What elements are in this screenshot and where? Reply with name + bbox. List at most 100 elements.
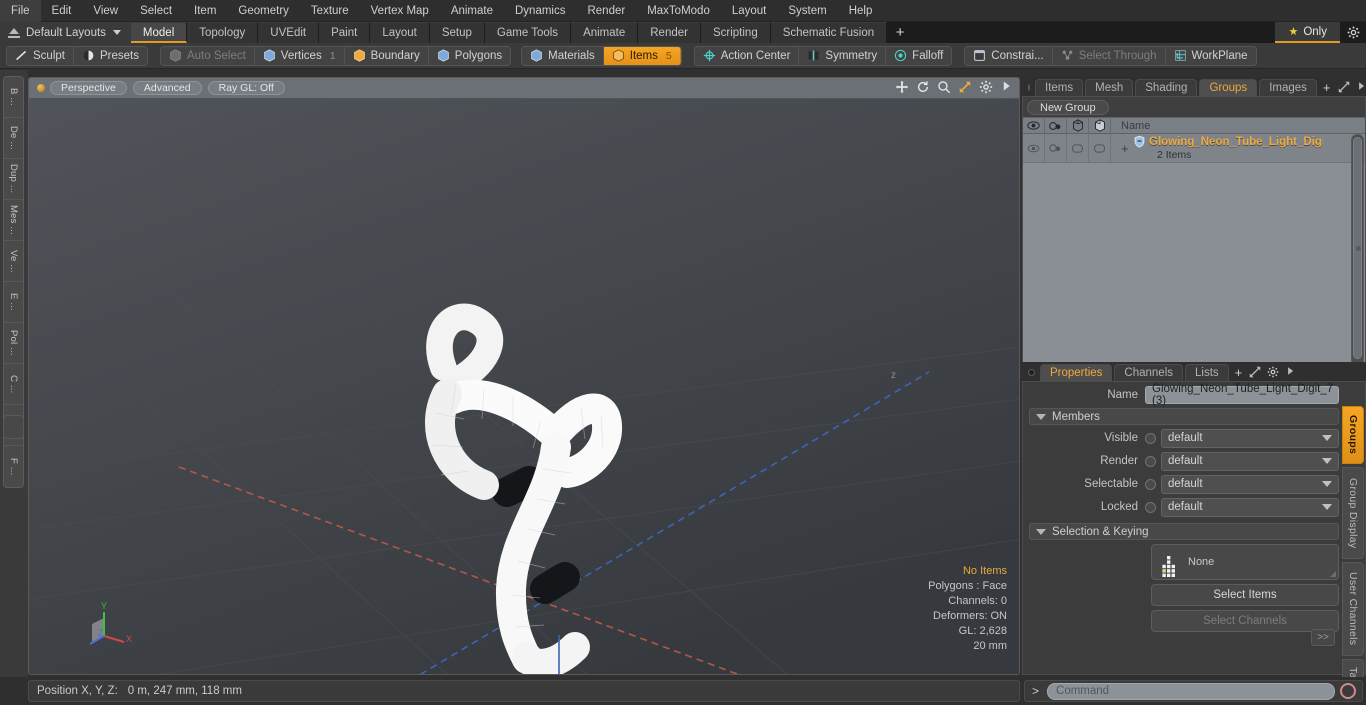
tab-setup[interactable]: Setup	[429, 22, 485, 43]
tab-channels[interactable]: Channels	[1114, 364, 1184, 381]
visible-dropdown[interactable]: default	[1161, 428, 1339, 448]
visible-radio[interactable]	[1145, 432, 1156, 444]
properties-gear-icon[interactable]	[1267, 366, 1280, 379]
side-tab-group-display[interactable]: Group Display	[1342, 467, 1364, 559]
left-tab-basic[interactable]: B ...	[4, 77, 23, 118]
row-wireframe-toggle[interactable]	[1067, 134, 1089, 162]
auto-select-button[interactable]: Auto Select	[161, 46, 255, 65]
viewport-shading-button[interactable]: Advanced	[132, 81, 202, 95]
presets-button[interactable]: Presets	[74, 47, 147, 65]
left-tab-deform[interactable]: De ...	[4, 118, 23, 159]
left-tab-curve[interactable]: C ...	[4, 364, 23, 405]
tab-lists[interactable]: Lists	[1185, 364, 1229, 381]
tab-model[interactable]: Model	[130, 22, 188, 43]
groups-list-empty-area[interactable]	[1023, 163, 1365, 368]
record-macro-icon[interactable]	[1340, 683, 1356, 699]
left-tab-vertex[interactable]: Ve ...	[4, 241, 23, 282]
layout-gear-icon[interactable]	[1340, 22, 1366, 43]
row-eye-toggle[interactable]	[1023, 134, 1045, 162]
items-button[interactable]: Items 5	[603, 46, 681, 65]
action-center-button[interactable]: Action Center	[695, 46, 800, 65]
properties-more-arrow-icon[interactable]	[1285, 366, 1298, 379]
tab-groups[interactable]: Groups	[1199, 79, 1258, 96]
menu-item-item[interactable]: Item	[183, 0, 227, 22]
render-dropdown[interactable]: default	[1161, 451, 1339, 471]
expand-panel-icon[interactable]	[1338, 81, 1351, 94]
fit-icon[interactable]	[958, 80, 971, 93]
viewport-menu-dot-icon[interactable]	[37, 84, 45, 92]
menu-item-dynamics[interactable]: Dynamics	[504, 0, 576, 22]
tab-game-tools[interactable]: Game Tools	[484, 22, 572, 43]
tab-properties[interactable]: Properties	[1040, 364, 1113, 381]
menu-item-render[interactable]: Render	[576, 0, 636, 22]
polygons-button[interactable]: Polygons	[429, 47, 510, 65]
left-extra-panel-button[interactable]	[3, 415, 24, 439]
gear-icon[interactable]	[979, 80, 993, 94]
menu-item-edit[interactable]: Edit	[41, 0, 83, 22]
constraints-button[interactable]: Constrai...	[965, 46, 1053, 65]
side-tab-user-channels[interactable]: User Channels	[1342, 562, 1364, 656]
play-arrow-icon[interactable]	[1000, 80, 1013, 93]
section-selection-keying-header[interactable]: Selection & Keying	[1029, 523, 1339, 540]
locked-radio[interactable]	[1145, 501, 1156, 513]
zoom-icon[interactable]	[937, 80, 951, 94]
expand-panel-icon[interactable]	[1249, 366, 1262, 379]
tab-items[interactable]: Items	[1035, 79, 1084, 96]
groups-panel-menu-dot-icon[interactable]	[1028, 84, 1030, 91]
locked-dropdown[interactable]: default	[1161, 497, 1339, 517]
tab-render[interactable]: Render	[638, 22, 701, 43]
command-input[interactable]: Command	[1047, 682, 1335, 700]
row-shaded-toggle[interactable]	[1089, 134, 1111, 162]
selection-set-field[interactable]: None	[1151, 544, 1339, 580]
workplane-button[interactable]: WorkPlane	[1166, 47, 1256, 65]
column-render-icon[interactable]	[1045, 117, 1067, 134]
tab-topology[interactable]: Topology	[187, 22, 259, 43]
groups-list-scrollbar[interactable]	[1351, 134, 1364, 366]
row-expander[interactable]: +	[1121, 141, 1129, 156]
column-wireframe-icon[interactable]	[1067, 117, 1089, 134]
menu-item-animate[interactable]: Animate	[440, 0, 504, 22]
panel-more-arrow-icon[interactable]	[1356, 81, 1366, 94]
boundary-button[interactable]: Boundary	[345, 46, 429, 65]
viewport-projection-button[interactable]: Perspective	[50, 81, 127, 95]
column-shaded-icon[interactable]	[1089, 117, 1111, 134]
falloff-button[interactable]: Falloff	[886, 47, 951, 65]
tab-paint[interactable]: Paint	[319, 22, 371, 43]
menu-item-geometry[interactable]: Geometry	[227, 0, 300, 22]
only-toggle-button[interactable]: ★ Only	[1275, 22, 1340, 43]
menu-item-view[interactable]: View	[82, 0, 129, 22]
render-radio[interactable]	[1145, 455, 1156, 467]
left-tab-polygon[interactable]: Pol ...	[4, 323, 23, 364]
side-tab-groups[interactable]: Groups	[1342, 406, 1364, 464]
groups-list-row[interactable]: + Glowing_Neon_Tube_Light_Digit... 2 Ite…	[1023, 134, 1365, 163]
menu-item-layout[interactable]: Layout	[721, 0, 778, 22]
row-render-toggle[interactable]	[1045, 134, 1067, 162]
left-tab-fusion[interactable]: F ...	[4, 446, 23, 487]
viewport-raygl-button[interactable]: Ray GL: Off	[207, 81, 285, 95]
properties-menu-dot-icon[interactable]	[1028, 369, 1035, 376]
tab-layout[interactable]: Layout	[370, 22, 430, 43]
tab-schematic-fusion[interactable]: Schematic Fusion	[770, 22, 888, 43]
scrollbar-thumb[interactable]	[1353, 137, 1362, 359]
left-tab-duplicate[interactable]: Dup ...	[4, 159, 23, 200]
menu-item-texture[interactable]: Texture	[300, 0, 360, 22]
groups-row-content[interactable]: + Glowing_Neon_Tube_Light_Digit... 2 Ite…	[1111, 134, 1365, 162]
menu-item-system[interactable]: System	[777, 0, 837, 22]
goto-more-button[interactable]: >>	[1311, 629, 1335, 646]
tab-images[interactable]: Images	[1259, 79, 1317, 96]
vertices-button[interactable]: Vertices 1	[255, 46, 345, 65]
menu-item-maxtomodo[interactable]: MaxToModo	[636, 0, 721, 22]
select-items-button[interactable]: Select Items	[1151, 584, 1339, 606]
add-groups-tab-button[interactable]: +	[1319, 80, 1336, 96]
select-through-button[interactable]: Select Through	[1053, 46, 1166, 65]
left-tab-mesh[interactable]: Mes ...	[4, 200, 23, 241]
selectable-radio[interactable]	[1145, 478, 1156, 490]
tab-scripting[interactable]: Scripting	[700, 22, 771, 43]
viewport-3d-canvas[interactable]: z Y X Z No Items Polygons: Face Channel…	[29, 99, 1019, 674]
add-layout-tab-button[interactable]: +	[887, 22, 914, 43]
layout-selector[interactable]: Default Layouts	[0, 22, 131, 43]
menu-item-file[interactable]: File	[0, 0, 41, 22]
selectable-dropdown[interactable]: default	[1161, 474, 1339, 494]
menu-item-help[interactable]: Help	[838, 0, 884, 22]
new-group-button[interactable]: New Group	[1027, 100, 1109, 115]
